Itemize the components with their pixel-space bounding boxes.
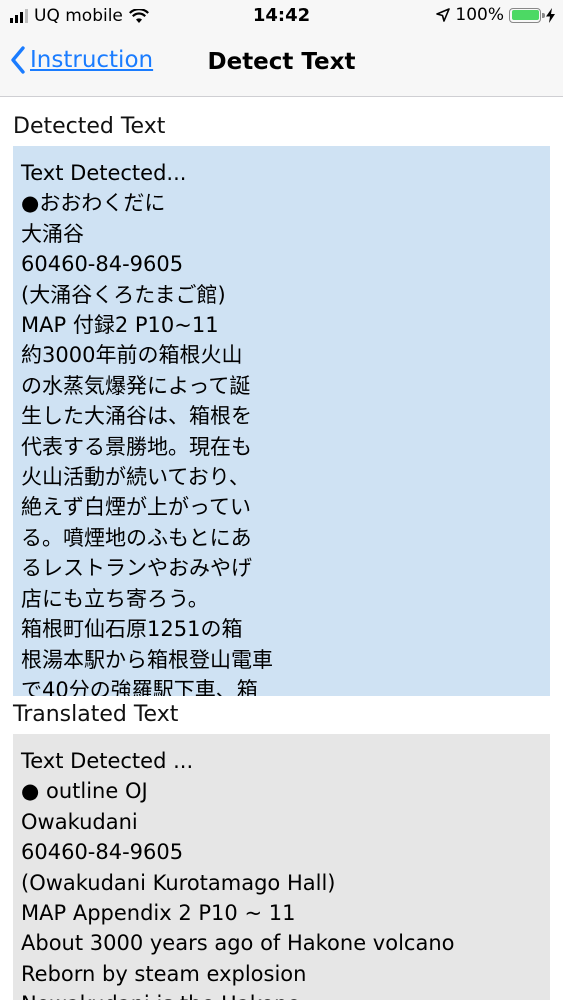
battery-percent: 100% [455,5,504,25]
detected-text-line: ●おおわくだに [21,191,166,216]
detected-text-heading: Detected Text [13,114,166,139]
detected-text-line: 60460-84-9605 [21,252,184,277]
translated-text-line: Nowakudani is the Hakone [21,989,542,1000]
detected-text-line: (大涌谷くろたまご館) [21,282,226,307]
status-bar: UQ mobile 14:42 100% [0,0,563,32]
translated-text-line: About 3000 years ago of Hakone volcano [21,931,455,956]
detected-text-view[interactable]: Text Detected... ●おおわくだに 大涌谷 60460-84-9605 (… [13,146,550,696]
battery-icon [509,7,545,23]
signal-icon [10,9,28,23]
navigation-bar: Instruction Detect Text [0,32,563,97]
detected-text-line: るレストランやおみやげ [21,556,252,581]
translated-text-line: (Owakudani Kurotamago Hall) [21,870,336,895]
translated-text-line: ● outline OJ [21,779,148,804]
translated-text-line: Owakudani [21,809,138,834]
detected-text-line: 絶えず白煙が上がってい [21,495,251,520]
status-left: UQ mobile [10,6,149,26]
back-button[interactable]: Instruction [10,46,153,74]
status-right: 100% [436,5,555,25]
detected-text-line: の水蒸気爆発によって誕 [21,373,251,398]
detected-text-line: 根湯本駅から箱根登山電車 [21,647,273,672]
detected-text-line: 約3000年前の箱根火山 [21,343,243,368]
translated-text-line: 60460-84-9605 [21,840,184,865]
detected-text-line: 代表する景勝地。現在も [21,434,252,459]
detected-text-line: 箱根町仙石原1251の箱 [21,617,243,642]
chevron-left-icon [11,46,25,74]
detected-text-line: 大涌谷 [21,221,84,246]
detected-text-line: で40分の強羅駅下車、箱 [21,677,258,696]
detected-text-line: 生した大涌谷は、箱根を [21,404,252,429]
charging-bolt-icon [546,7,555,23]
detected-text-line: 火山活動が続いており、 [21,465,250,490]
location-arrow-icon [436,8,451,22]
translated-text-line: Text Detected ... [21,749,194,773]
translated-text-line: Reborn by steam explosion [21,961,307,986]
detected-text-line: MAP 付録2 P10~11 [21,313,219,338]
carrier-name: UQ mobile [34,6,123,26]
wifi-icon [128,8,149,23]
translated-text-line: MAP Appendix 2 P10 ~ 11 [21,901,296,926]
detected-text-line: る。噴煙地のふもとにあ [21,525,252,550]
detected-text-line: 店にも立ち寄ろう。 [21,586,209,611]
detected-text-line: Text Detected... [21,161,187,185]
translated-text-heading: Translated Text [13,702,179,727]
translated-text-view[interactable]: Text Detected ... ● outline OJ Owakudani 60… [13,734,550,1000]
back-button-label: Instruction [30,47,154,73]
